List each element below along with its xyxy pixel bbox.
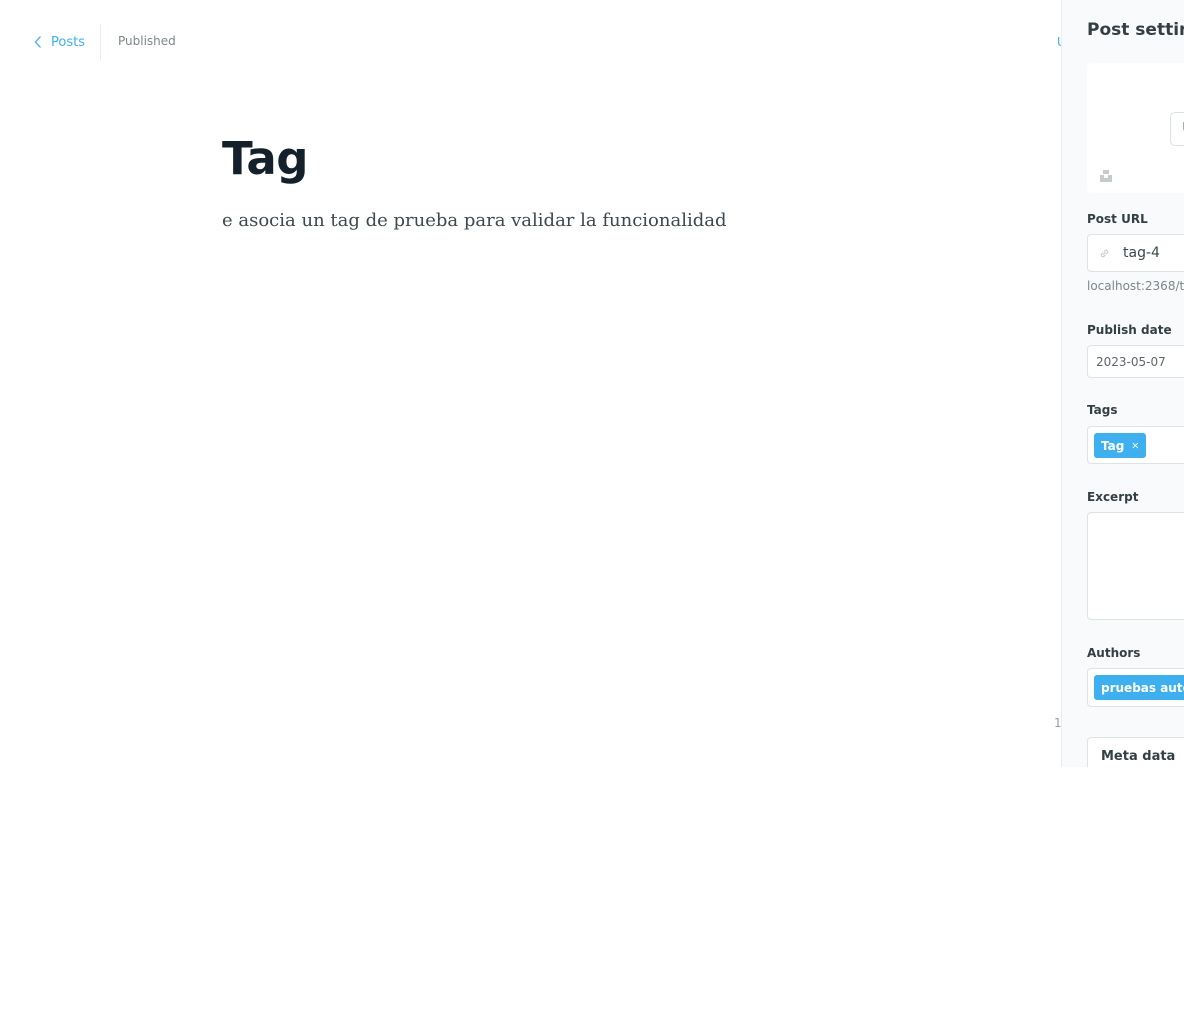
author-chip-label: pruebas automatizadas	[1101, 681, 1184, 695]
close-icon[interactable]	[1132, 441, 1139, 450]
excerpt-label: Excerpt	[1087, 490, 1139, 504]
publish-date-label: Publish date	[1087, 323, 1172, 337]
post-title[interactable]: Tag	[222, 132, 308, 185]
tag-chip-label: Tag	[1101, 439, 1125, 453]
authors-label: Authors	[1087, 646, 1141, 660]
meta-data-section[interactable]: Meta data	[1087, 737, 1184, 767]
post-url-input[interactable]: tag-4	[1087, 234, 1184, 272]
authors-input[interactable]: pruebas automatizadas	[1087, 668, 1184, 707]
unsplash-icon[interactable]	[1099, 169, 1113, 183]
tags-label: Tags	[1087, 403, 1118, 417]
post-body[interactable]: e asocia un tag de prueba para validar l…	[222, 210, 726, 231]
excerpt-textarea[interactable]	[1087, 512, 1184, 620]
link-icon	[1100, 249, 1109, 258]
post-status: Published	[118, 34, 176, 48]
tag-chip[interactable]: Tag	[1094, 433, 1146, 458]
meta-data-title: Meta data	[1101, 749, 1176, 764]
editor-header: Posts Published U	[0, 0, 1066, 84]
post-url-label: Post URL	[1087, 212, 1148, 226]
panel-title: Post settings	[1087, 20, 1184, 40]
editor-viewport: Posts Published U Tag e asocia un tag de…	[0, 0, 1184, 767]
chevron-left-icon	[34, 36, 41, 48]
upload-image-button[interactable]: Up	[1170, 112, 1184, 146]
back-to-posts-link[interactable]: Posts	[33, 33, 85, 51]
post-url-hint: localhost:2368/tag-4/	[1087, 279, 1184, 293]
post-url-value: tag-4	[1123, 245, 1160, 261]
feature-image-box[interactable]: Up	[1087, 63, 1184, 193]
publish-date-input[interactable]: 2023-05-07	[1087, 345, 1184, 378]
publish-date-value: 2023-05-07	[1096, 355, 1166, 369]
header-divider	[100, 24, 101, 60]
author-chip[interactable]: pruebas automatizadas	[1094, 675, 1184, 700]
back-label: Posts	[51, 34, 85, 50]
tags-input[interactable]: Tag	[1087, 426, 1184, 464]
post-settings-panel: Post settings Up Post URL tag-4 localhos…	[1061, 0, 1184, 767]
